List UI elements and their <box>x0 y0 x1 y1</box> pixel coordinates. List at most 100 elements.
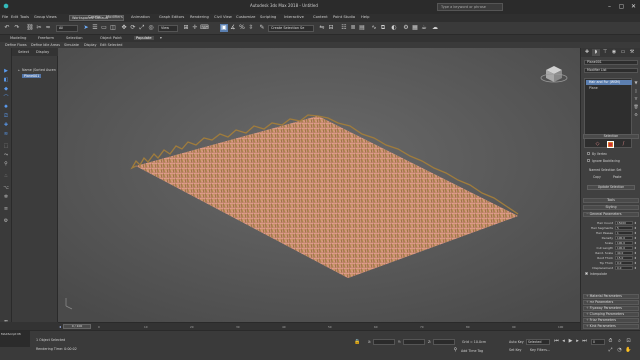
unlink-icon[interactable]: ✂ <box>35 24 43 32</box>
helpers-filter-icon[interactable]: ✚ <box>2 122 10 129</box>
list-header[interactable]: ▴ Name (Sorted Ascen <box>18 68 56 72</box>
spinner-icon[interactable]: ⬍ <box>634 231 637 235</box>
menu-edit[interactable]: Edit <box>11 15 18 19</box>
layer-filter-icon[interactable]: ≡ <box>2 206 10 213</box>
tab-modeling[interactable]: Modeling <box>10 36 26 40</box>
maximize-button[interactable]: ▢ <box>617 2 626 11</box>
x-coordinate-field[interactable] <box>373 339 395 345</box>
spinner-icon[interactable]: ⬍ <box>634 221 637 225</box>
redo-icon[interactable]: ↷ <box>13 24 21 32</box>
material-editor-icon[interactable]: ◐ <box>390 24 398 32</box>
edit-named-sets-icon[interactable]: ✎ <box>258 24 266 32</box>
display-tab-icon[interactable]: ▭ <box>619 49 627 56</box>
general-parameters-rollout[interactable]: −General Parameters <box>583 212 639 217</box>
search-input[interactable]: Type a keyword or phrase <box>437 3 503 11</box>
menu-rendering[interactable]: Rendering <box>190 15 209 19</box>
menu-file[interactable]: File <box>2 15 8 19</box>
render-production-icon[interactable]: ☕ <box>420 24 428 32</box>
remove-modifier-icon[interactable]: 🗑 <box>633 104 639 110</box>
mirror-icon[interactable]: ⇋ <box>318 24 326 32</box>
tab-define-idle-areas[interactable]: Define Idle Areas <box>31 43 60 47</box>
hair-passes-input[interactable]: 1 <box>615 231 633 235</box>
menu-content[interactable]: Content <box>313 15 328 19</box>
rendered-frame-window-icon[interactable]: ▦ <box>411 24 419 32</box>
current-frame-field[interactable]: 0 <box>591 339 605 345</box>
spinner-icon[interactable]: ⬍ <box>634 246 637 250</box>
tools-rollout[interactable]: Tools <box>583 198 639 203</box>
menu-graph-editors[interactable]: Graph Editors <box>159 15 184 19</box>
menu-point-studio[interactable]: Point Studio <box>333 15 355 19</box>
tab-object-paint[interactable]: Object Paint <box>100 36 122 40</box>
angle-snap-icon[interactable]: ∡ <box>229 24 237 32</box>
frozen-filter-icon[interactable]: ❄ <box>2 194 10 201</box>
tab-edit-selected[interactable]: Edit Selected <box>100 43 122 47</box>
align-icon[interactable]: ⊟ <box>327 24 335 32</box>
placement-icon[interactable]: ◎ <box>147 24 155 32</box>
spinner-icon[interactable]: ⬍ <box>634 226 637 230</box>
snaps-toggle-icon[interactable]: ▣ <box>220 24 228 32</box>
make-unique-icon[interactable]: ∀ <box>633 96 639 102</box>
zoom-extents-icon[interactable]: ⊡ <box>625 338 632 345</box>
display-none-icon[interactable]: ◧ <box>2 77 10 84</box>
pan-icon[interactable]: ✋ <box>625 347 632 354</box>
hair-count-input[interactable]: 15000 <box>615 221 633 225</box>
menu-group[interactable]: Group <box>34 15 45 19</box>
scale-icon[interactable]: ⤢ <box>138 24 146 32</box>
time-configuration-icon[interactable]: ⏱ <box>607 338 614 345</box>
scale-input[interactable]: 100.0 <box>615 241 633 245</box>
selection-filter-dropdown[interactable]: All <box>56 25 78 32</box>
add-time-tag-button[interactable]: Add Time Tag <box>461 349 483 353</box>
lights-filter-icon[interactable]: ✹ <box>2 104 10 111</box>
tab-select[interactable]: Select <box>18 50 29 54</box>
cameras-filter-icon[interactable]: ⎚ <box>2 113 10 120</box>
tab-simulate[interactable]: Simulate <box>64 43 79 47</box>
root-thick-input[interactable]: 15.0 <box>615 256 633 260</box>
motion-tab-icon[interactable]: ◉ <box>610 49 618 56</box>
copy-button[interactable]: Copy <box>593 175 601 179</box>
key-filters-button[interactable]: Key Filters... <box>530 348 550 352</box>
paste-button[interactable]: Paste <box>613 175 621 179</box>
go-to-end-icon[interactable]: ⏭ <box>581 338 588 345</box>
percent-snap-icon[interactable]: % <box>238 24 246 32</box>
reference-coord-dropdown[interactable]: View <box>158 25 178 32</box>
kink-parameters-rollout[interactable]: +Kink Parameters <box>583 324 639 329</box>
add-time-tag-icon[interactable]: ⚲ <box>452 347 459 354</box>
previous-frame-icon[interactable]: ◂ <box>560 338 567 345</box>
menu-tools[interactable]: Tools <box>20 15 29 19</box>
by-vertex-checkbox[interactable] <box>587 152 590 155</box>
menu-interactive[interactable]: Interactive <box>284 15 304 19</box>
go-to-start-icon[interactable]: ⏮ <box>553 338 560 345</box>
move-icon[interactable]: ✥ <box>120 24 128 32</box>
rectangular-selection-icon[interactable]: ▭ <box>100 24 108 32</box>
hair-segments-input[interactable]: 5 <box>615 226 633 230</box>
tab-populate[interactable]: Populate <box>134 36 154 40</box>
hierarchy-tab-icon[interactable]: ⊤ <box>601 49 609 56</box>
render-setup-icon[interactable]: ⚙ <box>402 24 410 32</box>
auto-key-button[interactable]: Auto Key <box>509 340 524 344</box>
displacement-input[interactable]: 0.0 <box>615 266 633 270</box>
orbit-icon[interactable]: ◔ <box>616 347 623 354</box>
menu-animation[interactable]: Animation <box>131 15 150 19</box>
frizz-parameters-rollout[interactable]: +Frizz Parameters <box>583 318 639 323</box>
bone-filter-icon[interactable]: ⚲ <box>2 161 10 168</box>
polygon-selection-icon[interactable]: / <box>620 141 627 148</box>
z-coordinate-field[interactable] <box>433 339 455 345</box>
link-icon[interactable]: ⛓ <box>26 24 34 32</box>
spinner-icon[interactable]: ⬍ <box>634 266 637 270</box>
stack-item-hair-and-fur[interactable]: Hair and Fur (WSM) <box>586 80 632 85</box>
utilities-tab-icon[interactable]: ⚒ <box>628 49 636 56</box>
next-frame-icon[interactable]: ▸ <box>574 338 581 345</box>
menu-modifiers[interactable]: Modifiers <box>106 15 123 19</box>
spinner-snap-icon[interactable]: ⇳ <box>247 24 255 32</box>
key-mode-dropdown[interactable]: Selected <box>526 339 550 345</box>
rand-scale-input[interactable]: 40.0 <box>615 251 633 255</box>
render-in-cloud-icon[interactable]: ☁ <box>431 24 439 32</box>
cut-length-input[interactable]: 100.0 <box>615 246 633 250</box>
maximize-viewport-icon[interactable]: ⤢ <box>607 347 614 354</box>
pin-stack-icon[interactable]: ▼ <box>633 80 639 86</box>
tab-freeform[interactable]: Freeform <box>38 36 54 40</box>
select-icon[interactable]: ▶ <box>2 68 10 75</box>
select-manipulate-icon[interactable]: ✛ <box>191 24 199 32</box>
set-key-button[interactable]: Set Key <box>509 348 521 352</box>
isolate-selection-icon[interactable]: 🔒 <box>354 339 361 346</box>
